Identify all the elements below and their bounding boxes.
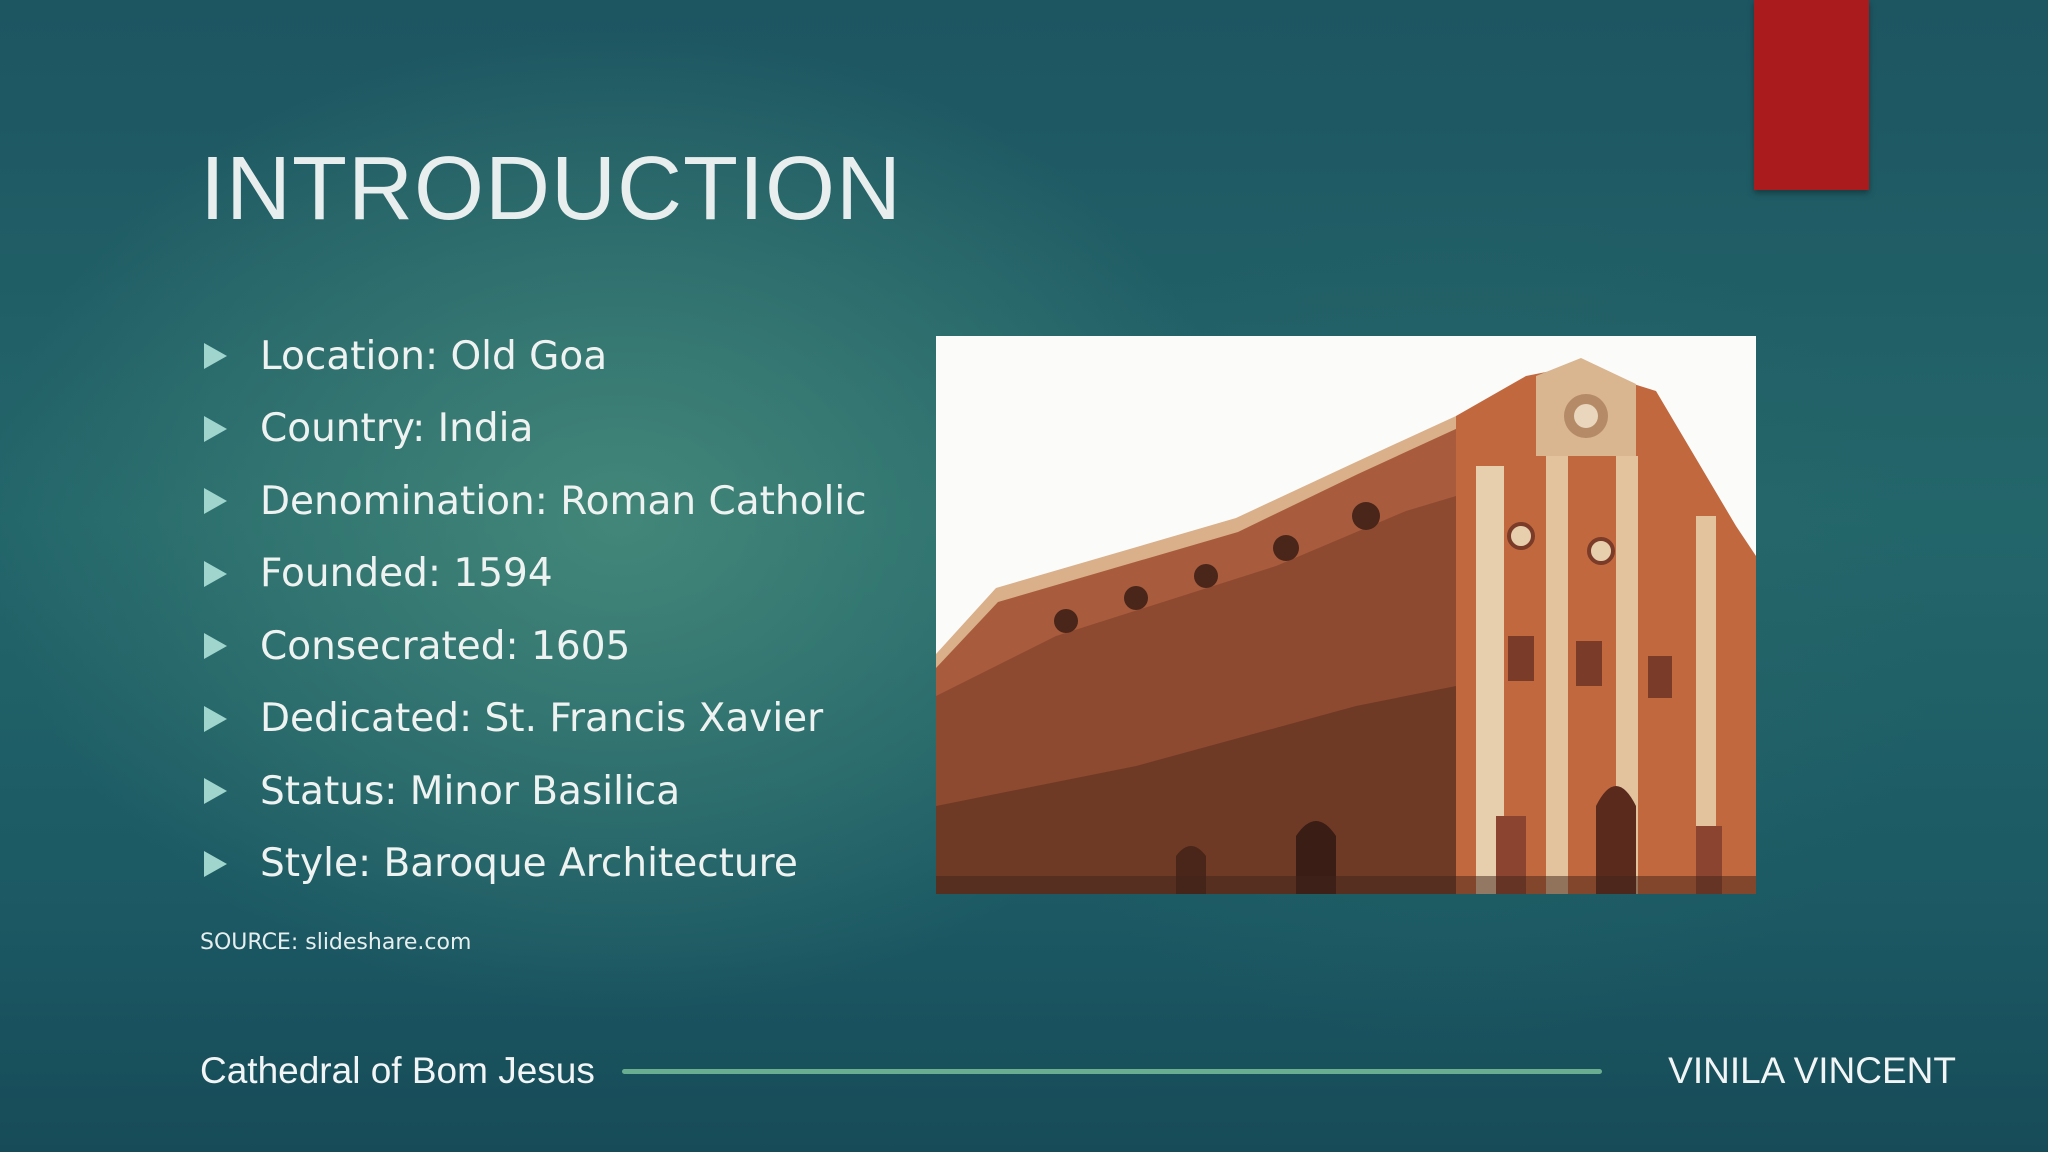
bullet-item: Style: Baroque Architecture [200,828,867,901]
accent-tab [1754,0,1869,190]
triangle-right-icon [204,343,227,370]
triangle-right-icon [204,633,227,660]
bullet-item: Dedicated: St. Francis Xavier [200,683,867,756]
bullet-item: Founded: 1594 [200,538,867,611]
bullet-text: Style: Baroque Architecture [260,841,798,887]
triangle-right-icon [204,778,227,805]
bullet-item: Country: India [200,393,867,466]
triangle-right-icon [204,705,227,732]
bullet-item: Location: Old Goa [200,320,867,393]
bullet-text: Consecrated: 1605 [260,623,631,669]
triangle-right-icon [204,850,227,877]
bullet-item: Consecrated: 1605 [200,610,867,683]
footer-title: Cathedral of Bom Jesus [200,1050,595,1091]
bullet-text: Status: Minor Basilica [260,768,681,814]
triangle-right-icon [204,415,227,442]
bullet-item: Status: Minor Basilica [200,755,867,828]
bullet-text: Denomination: Roman Catholic [260,478,867,524]
slide: INTRODUCTION Location: Old Goa Country: … [0,0,2048,1152]
bullet-text: Location: Old Goa [260,333,608,379]
footer-divider [622,1069,1602,1074]
cathedral-photo [936,336,1756,894]
slide-title: INTRODUCTION [200,139,902,239]
bullet-text: Dedicated: St. Francis Xavier [260,696,824,742]
triangle-right-icon [204,560,227,587]
triangle-right-icon [204,488,227,515]
bullet-list: Location: Old Goa Country: India Denomin… [200,320,867,900]
footer-author: VINILA VINCENT [1668,1050,1956,1091]
bullet-text: Founded: 1594 [260,551,553,597]
bullet-text: Country: India [260,406,534,452]
source-note: SOURCE: slideshare.com [200,930,472,955]
cathedral-illustration [936,336,1756,894]
bullet-item: Denomination: Roman Catholic [200,465,867,538]
